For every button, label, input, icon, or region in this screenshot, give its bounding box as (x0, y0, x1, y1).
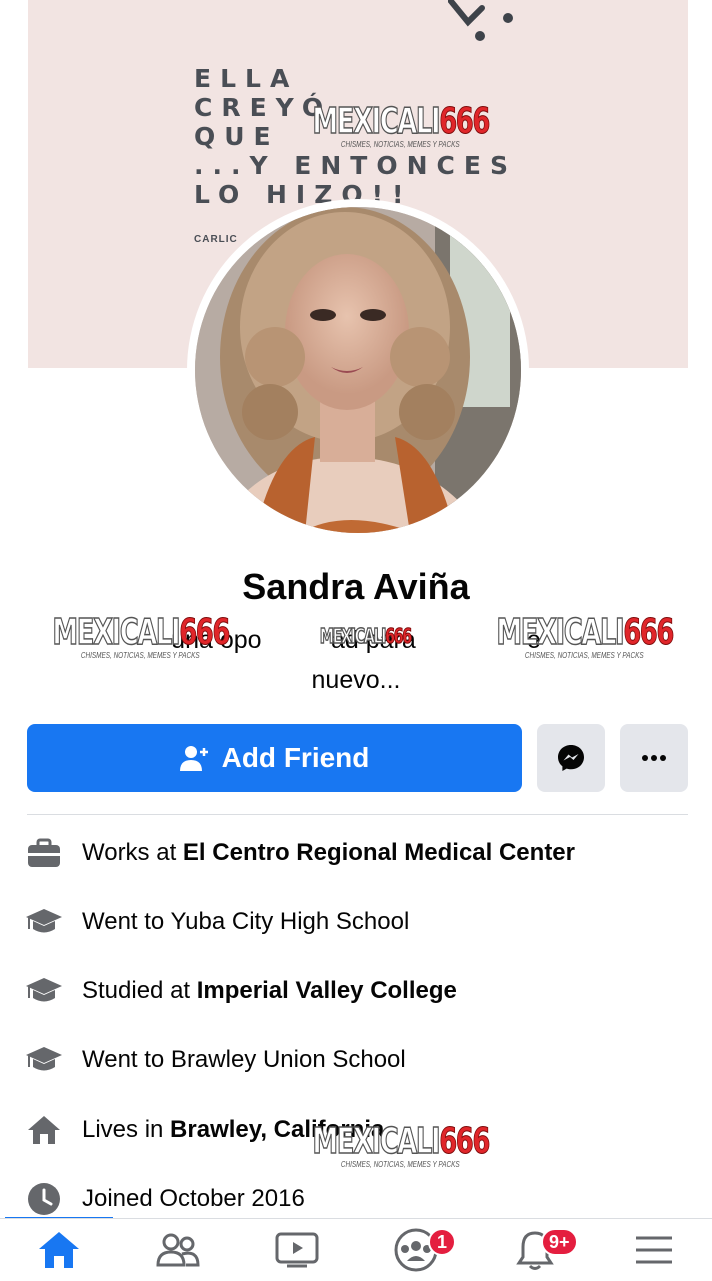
tab-groups[interactable] (357, 1219, 475, 1281)
hometown-link[interactable]: Brawley, California (170, 1116, 384, 1143)
clock-icon (24, 1179, 64, 1219)
tab-video[interactable] (238, 1219, 356, 1281)
avatar[interactable] (195, 207, 521, 533)
video-icon (275, 1232, 319, 1268)
tab-notifications[interactable] (476, 1219, 594, 1281)
cover-quote: ELLA CREYÓ QUE ...Y ENTONCES LO HIZO!! (194, 64, 517, 209)
graduation-cap-icon (24, 1040, 64, 1080)
detail-lives[interactable]: Lives in Brawley, California (24, 1105, 688, 1155)
messenger-icon (558, 745, 584, 771)
more-icon (642, 755, 666, 761)
briefcase-icon (24, 833, 64, 873)
detail-school[interactable]: Went to Brawley Union School (24, 1035, 688, 1085)
cover-author: CARLIC (194, 234, 238, 245)
detail-work[interactable]: Works at El Centro Regional Medical Cent… (24, 828, 688, 878)
avatar-photo (195, 207, 521, 533)
cover-decoration (448, 0, 513, 41)
detail-joined: Joined October 2016 (24, 1174, 688, 1224)
bio-line-1: una opo ad para e (171, 626, 541, 654)
college-link[interactable]: Imperial Valley College (197, 977, 457, 1004)
profile-bio[interactable]: una opo ad para e nuevo... (40, 620, 672, 700)
add-friend-icon (179, 746, 208, 771)
home-icon (39, 1232, 79, 1268)
friends-icon (156, 1233, 200, 1267)
bottom-tab-bar (0, 1218, 712, 1281)
add-friend-label: Add Friend (221, 742, 370, 773)
tab-home[interactable] (0, 1219, 118, 1281)
graduation-cap-icon (24, 902, 64, 942)
menu-icon (636, 1236, 672, 1264)
detail-highschool[interactable]: Went to Yuba City High School (24, 897, 688, 947)
detail-college[interactable]: Studied at Imperial Valley College (24, 966, 688, 1016)
workplace-link[interactable]: El Centro Regional Medical Center (183, 839, 575, 866)
tab-friends[interactable] (119, 1219, 237, 1281)
add-friend-button[interactable]: Add Friend (27, 724, 522, 792)
tab-menu[interactable] (595, 1219, 712, 1281)
bio-line-2: nuevo... (311, 666, 401, 694)
divider (27, 814, 688, 815)
more-button[interactable] (620, 724, 688, 792)
profile-name: Sandra Aviña (242, 566, 470, 607)
home-icon (24, 1110, 64, 1150)
messenger-button[interactable] (537, 724, 605, 792)
graduation-cap-icon (24, 971, 64, 1011)
notifications-badge: 9+ (541, 1228, 578, 1256)
groups-badge: 1 (428, 1228, 456, 1256)
